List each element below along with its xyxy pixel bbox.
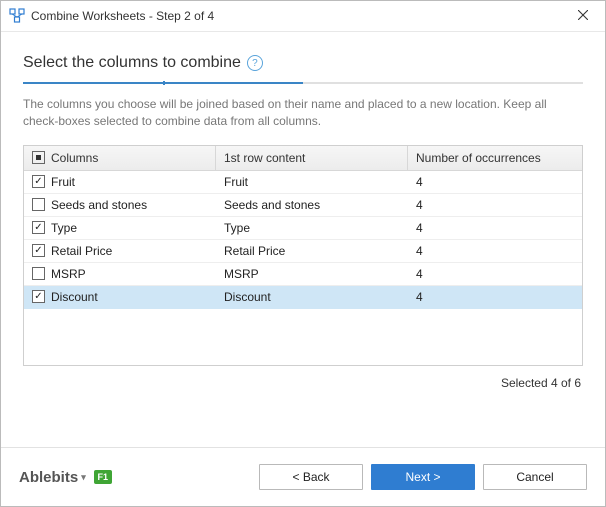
footer-buttons: < Back Next > Cancel bbox=[259, 464, 587, 490]
close-button[interactable] bbox=[560, 1, 605, 31]
brand-label: Ablebits bbox=[19, 469, 78, 486]
cancel-button[interactable]: Cancel bbox=[483, 464, 587, 490]
row-column-name: MSRP bbox=[51, 267, 86, 281]
master-checkbox[interactable] bbox=[32, 151, 45, 164]
master-checkbox-inner bbox=[36, 155, 41, 160]
row-occurrences: 4 bbox=[416, 221, 423, 235]
step-heading-row: Select the columns to combine ? bbox=[23, 54, 583, 72]
brand-dropdown[interactable]: Ablebits ▾ F1 bbox=[19, 469, 112, 486]
progress-tick bbox=[163, 81, 165, 85]
row-checkbox[interactable]: ✓ bbox=[32, 221, 45, 234]
th-first-row[interactable]: 1st row content bbox=[216, 146, 408, 170]
row-occurrences: 4 bbox=[416, 290, 423, 304]
row-checkbox[interactable] bbox=[32, 198, 45, 211]
step-description: The columns you choose will be joined ba… bbox=[23, 96, 583, 131]
dialog-window: { "window": { "title": "Combine Workshee… bbox=[0, 0, 606, 507]
step-progress bbox=[23, 82, 583, 84]
row-checkbox[interactable]: ✓ bbox=[32, 244, 45, 257]
row-occurrences: 4 bbox=[416, 175, 423, 189]
row-occurrences: 4 bbox=[416, 198, 423, 212]
help-icon[interactable]: ? bbox=[247, 55, 263, 71]
close-icon bbox=[578, 9, 588, 23]
row-first-row: Seeds and stones bbox=[224, 198, 320, 212]
table-header: Columns 1st row content Number of occurr… bbox=[24, 146, 582, 171]
chevron-down-icon: ▾ bbox=[81, 472, 86, 483]
check-icon: ✓ bbox=[34, 246, 42, 256]
table-row[interactable]: ✓ Fruit Fruit 4 bbox=[24, 171, 582, 194]
dialog-footer: Ablebits ▾ F1 < Back Next > Cancel bbox=[1, 447, 605, 506]
check-icon: ✓ bbox=[34, 223, 42, 233]
th-occurrences-label: Number of occurrences bbox=[416, 151, 541, 165]
row-occurrences: 4 bbox=[416, 267, 423, 281]
th-occurrences[interactable]: Number of occurrences bbox=[408, 146, 582, 170]
f1-badge[interactable]: F1 bbox=[94, 470, 112, 484]
row-checkbox[interactable]: ✓ bbox=[32, 290, 45, 303]
window-title: Combine Worksheets - Step 2 of 4 bbox=[31, 9, 214, 23]
row-column-name: Retail Price bbox=[51, 244, 112, 258]
th-columns-label: Columns bbox=[51, 151, 98, 165]
check-icon: ✓ bbox=[34, 292, 42, 302]
row-occurrences: 4 bbox=[416, 244, 423, 258]
row-column-name: Fruit bbox=[51, 175, 75, 189]
row-column-name: Seeds and stones bbox=[51, 198, 147, 212]
back-button[interactable]: < Back bbox=[259, 464, 363, 490]
table-row[interactable]: MSRP MSRP 4 bbox=[24, 263, 582, 286]
row-checkbox[interactable]: ✓ bbox=[32, 175, 45, 188]
table-row[interactable]: Seeds and stones Seeds and stones 4 bbox=[24, 194, 582, 217]
step-heading: Select the columns to combine bbox=[23, 54, 241, 72]
row-first-row: Retail Price bbox=[224, 244, 285, 258]
check-icon: ✓ bbox=[34, 177, 42, 187]
row-checkbox[interactable] bbox=[32, 267, 45, 280]
table-body: ✓FruitFruit4Seeds and stonesSeeds and st… bbox=[24, 171, 582, 365]
row-first-row: Type bbox=[224, 221, 250, 235]
columns-table: Columns 1st row content Number of occurr… bbox=[23, 145, 583, 366]
row-column-name: Discount bbox=[51, 290, 98, 304]
dialog-content: Select the columns to combine ? The colu… bbox=[1, 32, 605, 447]
table-row[interactable]: ✓ Retail Price Retail Price 4 bbox=[24, 240, 582, 263]
app-icon bbox=[9, 8, 25, 24]
selection-summary: Selected 4 of 6 bbox=[23, 376, 581, 390]
table-row[interactable]: ✓ Discount Discount 4 bbox=[24, 286, 582, 309]
row-first-row: MSRP bbox=[224, 267, 259, 281]
title-bar: Combine Worksheets - Step 2 of 4 bbox=[1, 1, 605, 32]
row-first-row: Fruit bbox=[224, 175, 248, 189]
th-columns[interactable]: Columns bbox=[24, 146, 216, 170]
table-row[interactable]: ✓ Type Type 4 bbox=[24, 217, 582, 240]
row-column-name: Type bbox=[51, 221, 77, 235]
next-button[interactable]: Next > bbox=[371, 464, 475, 490]
th-first-row-label: 1st row content bbox=[224, 151, 305, 165]
row-first-row: Discount bbox=[224, 290, 271, 304]
